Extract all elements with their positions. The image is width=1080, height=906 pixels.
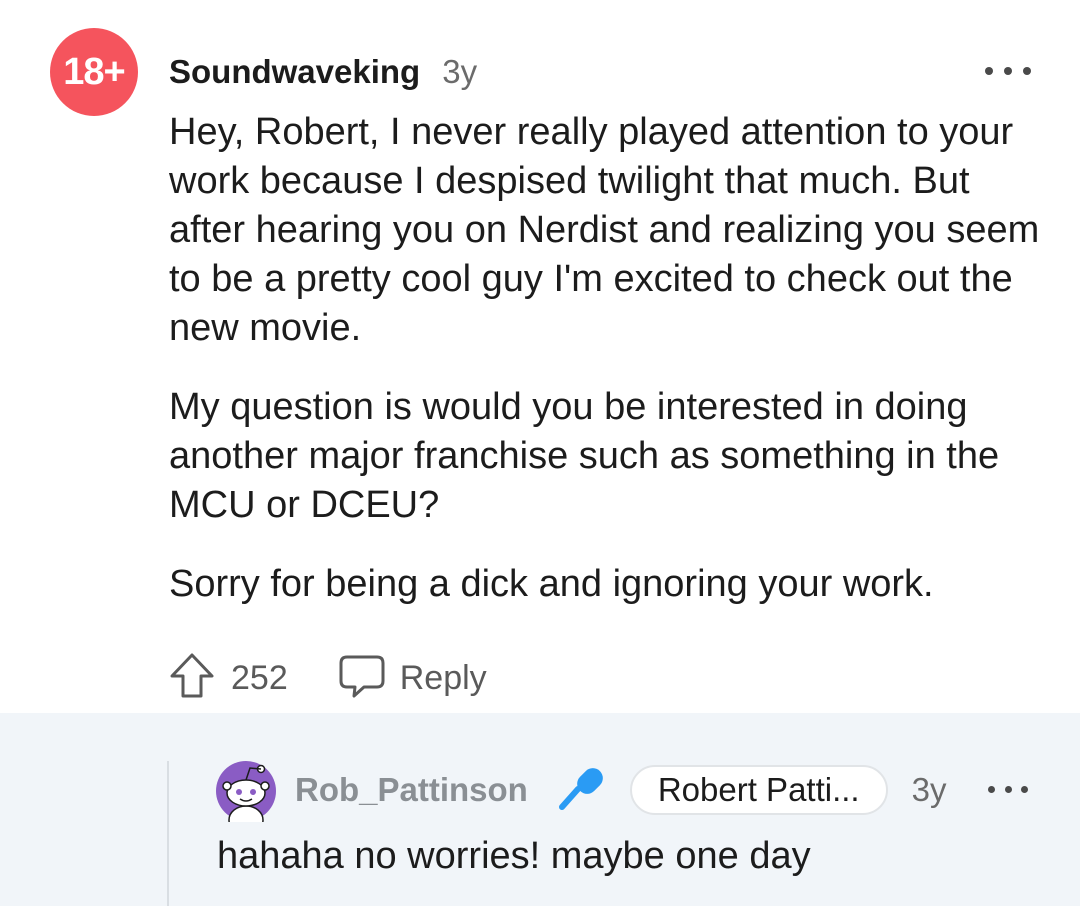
reply-text: hahaha no worries! maybe one day [217,835,811,877]
comment-paragraph: Hey, Robert, I never really played atten… [169,111,1040,349]
reply-button[interactable]: Reply [338,653,487,704]
comment-age: 3y [442,53,478,90]
snoo-avatar-icon[interactable] [215,760,277,835]
comment-header: Soundwaveking 3y [169,50,477,94]
upvote-icon[interactable] [167,651,217,706]
more-icon[interactable] [985,62,1031,80]
more-dot [1004,785,1012,793]
parent-comment: 18+ Soundwaveking 3y Hey, Robert, I neve… [0,0,1080,713]
microphone-icon [556,763,606,818]
comment-icon [338,653,386,704]
comment-paragraph: My question is would you be interested i… [169,386,1000,526]
more-icon[interactable] [988,782,1028,796]
reply-header: Rob_Pattinson Robert Patti... 3y [295,765,946,815]
reply-label: Reply [399,658,487,697]
more-dot [985,67,993,75]
comment-username[interactable]: Soundwaveking [169,53,420,91]
avatar-label: 18+ [63,50,125,93]
more-dot [1004,67,1012,75]
more-dot [1021,785,1028,793]
comment-actions: 252 Reply [167,650,487,706]
thread-line[interactable] [167,761,169,906]
more-dot [988,785,995,793]
reply-age: 3y [911,771,947,808]
nsfw-avatar[interactable]: 18+ [50,28,138,116]
reply-comment: Rob_Pattinson Robert Patti... 3y hahaha … [0,713,1080,906]
vote-count: 252 [231,658,288,697]
comment-paragraph: Sorry for being a dick and ignoring your… [169,563,934,605]
reply-username[interactable]: Rob_Pattinson [295,771,528,809]
user-flair[interactable]: Robert Patti... [629,765,888,815]
more-dot [1023,67,1031,75]
comment-body: Hey, Robert, I never really played atten… [169,108,1049,639]
